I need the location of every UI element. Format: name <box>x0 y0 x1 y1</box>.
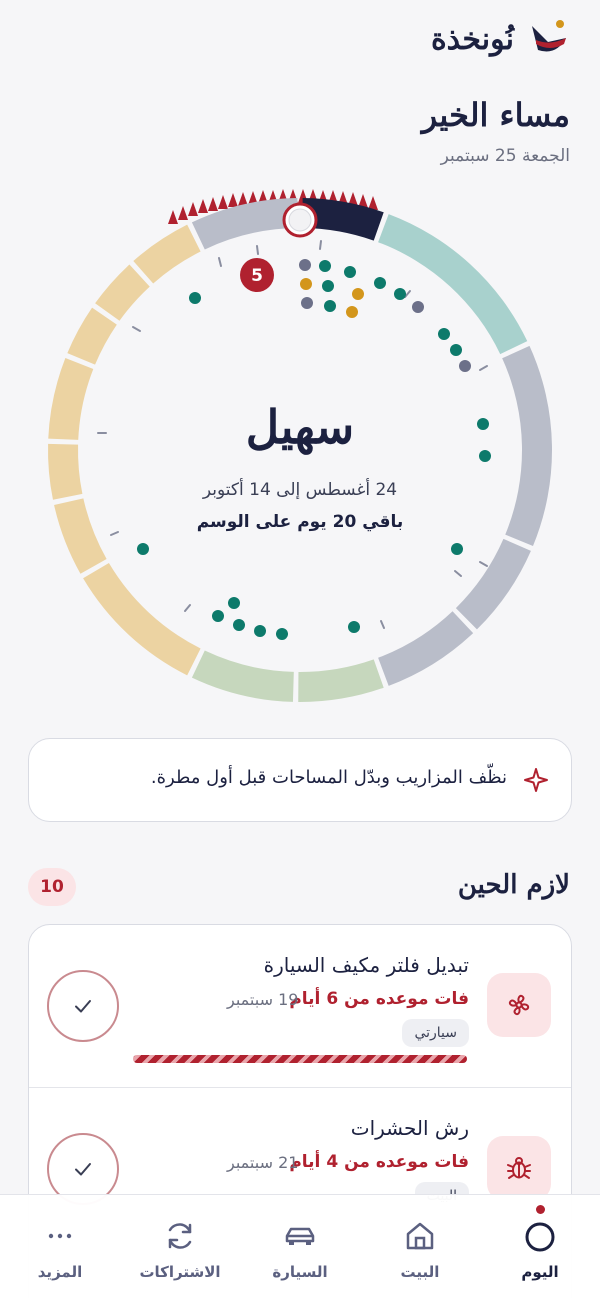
season-segment-12[interactable] <box>95 264 150 321</box>
nav-subscriptions[interactable]: الاشتراكات <box>120 1195 240 1298</box>
task-title: رش الحشرات <box>350 1116 469 1140</box>
event-dot <box>324 300 336 312</box>
complete-task-button[interactable] <box>47 970 119 1042</box>
event-dot <box>301 297 313 309</box>
current-date: الجمعة 25 سبتمبر <box>440 146 570 166</box>
season-segment-3[interactable] <box>455 538 531 630</box>
task-category-tag[interactable]: سيارتي <box>402 1019 469 1047</box>
event-dot <box>344 266 356 278</box>
nav-home-label: البيت <box>400 1263 440 1281</box>
task-overdue-label: فات موعده من 6 أيام <box>289 989 469 1009</box>
event-dot <box>189 292 201 304</box>
nav-car-label: السيارة <box>272 1263 328 1281</box>
season-tip-card[interactable]: نظّف المزاريب وبدّل المساحات قبل أول مطر… <box>28 738 572 822</box>
season-segment-8[interactable] <box>54 498 107 574</box>
task-due-date: 19 سبتمبر <box>227 990 299 1009</box>
event-dot <box>137 543 149 555</box>
season-remaining-days: باقي 20 يوم على الوسم <box>196 512 404 532</box>
checkmark-icon <box>75 1163 91 1176</box>
season-segment-1[interactable] <box>378 214 528 355</box>
due-count-badge: 10 <box>28 868 76 906</box>
house-icon <box>406 1222 434 1250</box>
today-marker-knob[interactable] <box>282 202 318 238</box>
dhow-logo-icon <box>532 20 566 52</box>
season-segment-11[interactable] <box>67 307 117 365</box>
nav-today[interactable]: اليوم <box>480 1195 600 1298</box>
task-title: تبديل فلتر مكيف السيارة <box>263 953 469 977</box>
task-overdue-label: فات موعده من 4 أيام <box>289 1152 469 1172</box>
event-dot <box>276 628 288 640</box>
event-dot <box>450 344 462 356</box>
event-dot <box>451 543 463 555</box>
event-dot <box>352 288 364 300</box>
greeting-title: مساء الخير <box>421 96 570 134</box>
task-due-date: 21 سبتمبر <box>227 1153 299 1172</box>
sparkle-icon <box>524 768 548 792</box>
event-dot <box>233 619 245 631</box>
season-segment-5[interactable] <box>298 659 384 702</box>
task-progress-bar <box>133 1055 467 1063</box>
nav-home[interactable]: البيت <box>360 1195 480 1298</box>
brand-name: نُونخذة <box>430 22 514 57</box>
season-segment-14[interactable] <box>191 198 298 250</box>
event-dot <box>394 288 406 300</box>
nav-more[interactable]: المزيد <box>0 1195 120 1298</box>
fan-icon <box>487 973 551 1037</box>
event-dot <box>300 278 312 290</box>
task-item[interactable]: تبديل فلتر مكيف السيارة فات موعده من 6 أ… <box>29 925 571 1087</box>
more-dots-icon <box>48 1233 72 1239</box>
event-dot <box>228 597 240 609</box>
event-dot <box>374 277 386 289</box>
event-dot <box>346 306 358 318</box>
event-count-badge[interactable]: 5 <box>240 258 274 292</box>
event-dot <box>299 259 311 271</box>
nav-today-label: اليوم <box>521 1263 559 1281</box>
season-name: سهيل <box>245 400 355 454</box>
bottom-navigation: اليوم البيت السيارة الاشتراكات المزيد <box>0 1194 600 1298</box>
bug-icon <box>487 1136 551 1200</box>
event-count-text: 5 <box>251 266 263 286</box>
tip-text: نظّف المزاريب وبدّل المساحات قبل أول مطر… <box>150 767 507 788</box>
nav-car[interactable]: السيارة <box>240 1195 360 1298</box>
season-segment-4[interactable] <box>378 611 474 686</box>
event-dot <box>319 260 331 272</box>
event-dot <box>254 625 266 637</box>
app-header: نُونخذة <box>0 14 600 74</box>
active-indicator <box>536 1205 545 1214</box>
season-wheel[interactable]: 5 سهيل 24 أغسطس إلى 14 أكتوبر باقي 20 يو… <box>0 168 600 728</box>
season-segment-6[interactable] <box>191 650 294 702</box>
event-dot <box>438 328 450 340</box>
car-icon <box>285 1227 315 1245</box>
nav-subscriptions-label: الاشتراكات <box>139 1263 221 1281</box>
checkmark-icon <box>75 1000 91 1013</box>
refresh-icon <box>168 1223 192 1249</box>
event-dot <box>348 621 360 633</box>
season-segment-13[interactable] <box>133 224 201 284</box>
nav-more-label: المزيد <box>37 1263 83 1281</box>
circle-today-icon <box>525 1222 555 1252</box>
event-dot <box>459 360 471 372</box>
season-date-range: 24 أغسطس إلى 14 أكتوبر <box>202 480 398 500</box>
season-segment-7[interactable] <box>83 563 201 676</box>
event-dot <box>212 610 224 622</box>
event-dot <box>412 301 424 313</box>
event-dot <box>322 280 334 292</box>
due-now-title: لازم الحين <box>457 870 570 900</box>
